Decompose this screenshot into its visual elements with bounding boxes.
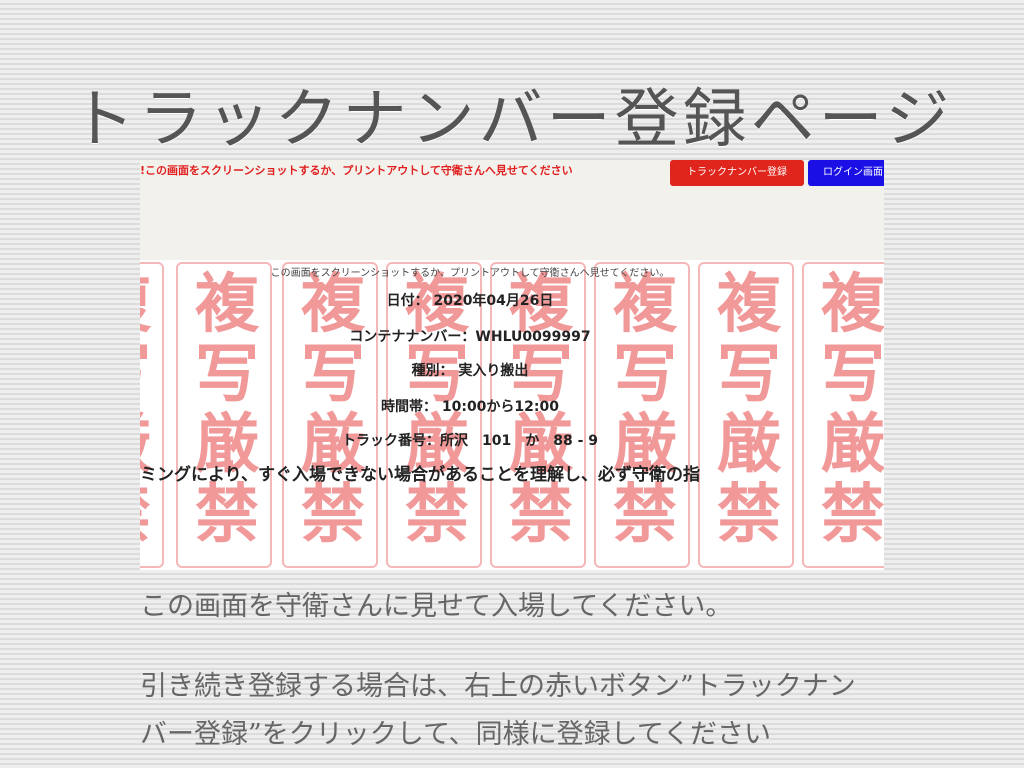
watermark-char: 厳: [821, 408, 884, 482]
slide-title: トラックナンバー登録ページ: [70, 83, 954, 157]
warning-line: ミングにより、すぐ入場できない場合があることを理解し、必ず守衛の指: [140, 465, 700, 485]
watermark-char: 写: [821, 338, 884, 412]
screenshot-note: この画面をスクリーンショットするか、プリントアウトして守衛さんへ見せてください。: [270, 268, 670, 279]
truck-number-register-button[interactable]: トラックナンバー登録: [670, 160, 804, 186]
type-line: 種別： 実入り搬出: [411, 363, 529, 379]
caption-continue-line1: 引き続き登録する場合は、右上の赤いボタン”トラックナン: [140, 671, 856, 702]
watermark-char: 禁: [405, 478, 469, 552]
caption-show-guard: この画面を守衛さんに見せて入場してください。: [140, 591, 733, 622]
watermark-char: 禁: [301, 478, 365, 552]
watermark-char: 複: [821, 268, 884, 342]
watermark-char: 禁: [613, 478, 677, 552]
screenshot-panel: !この画面をスクリーンショットするか、プリントアウトして守衛さんへ見せてください…: [140, 160, 884, 570]
watermark-char: 禁: [509, 478, 573, 552]
watermark-char: 禁: [195, 478, 259, 552]
watermark-char: 禁: [717, 478, 781, 552]
caption-continue-line2: バー登録”をクリックして、同様に登録してください: [140, 719, 772, 750]
truck-number-line: トラック番号：所沢 101 か 88 - 9: [341, 433, 598, 449]
pass-content: 複 写 厳 禁 複 写 厳 禁 複 写 厳 禁 複 写 厳 禁 複 写 厳 禁 …: [140, 260, 884, 570]
login-screen-button[interactable]: ログイン画面: [808, 160, 884, 186]
top-notice: !この画面をスクリーンショットするか、プリントアウトして守衛さんへ見せてください: [140, 164, 573, 177]
watermark-column: 複 写 厳 禁: [802, 262, 884, 568]
watermark-char: 禁: [821, 478, 884, 552]
watermark-char: 禁: [140, 480, 164, 550]
top-bar: !この画面をスクリーンショットするか、プリントアウトして守衛さんへ見せてください…: [140, 160, 884, 188]
date-line: 日付： 2020年04月26日: [386, 293, 554, 309]
time-slot-line: 時間帯： 10:00から12:00: [380, 399, 559, 415]
container-number-line: コンテナナンバー：WHLU0099997: [349, 329, 591, 345]
